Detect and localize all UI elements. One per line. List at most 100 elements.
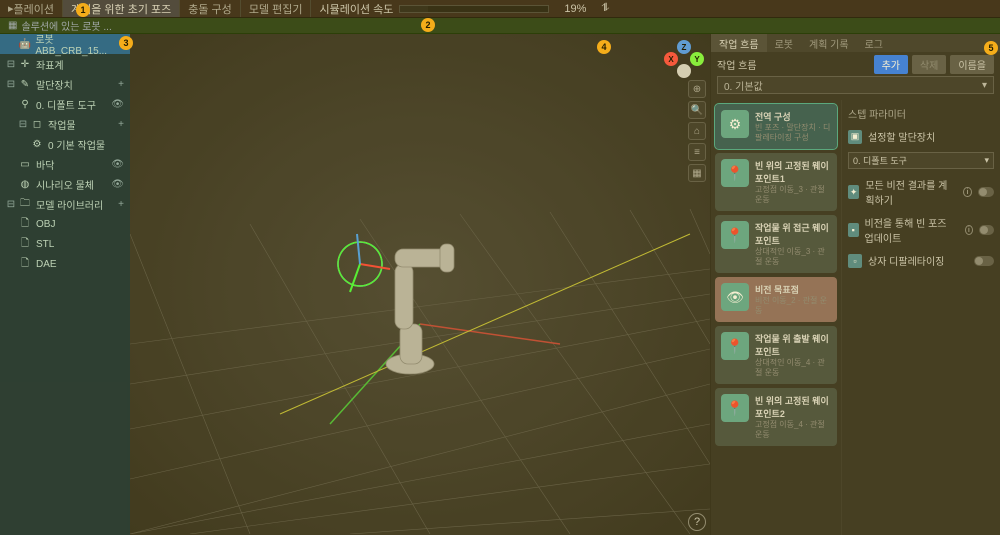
tree-default-tool[interactable]: ⚲0. 디폴트 도구👁 [0,94,130,114]
param-endeffector: ▣ 설정할 말단장치 [848,129,994,144]
param-bin-update: ▪ 비전을 통해 빈 포즈 업데이트 i [848,215,994,245]
tree-stl-label: STL [36,239,54,250]
floor-icon: ▭ [18,159,32,170]
tree-obj-label: OBJ [36,219,55,230]
delete-button[interactable]: 삭제 [912,55,946,74]
scene-tree-panel: 🤖로봇 ABB_CRB_15... ⊟✛좌표계 ⊟✎말단장치+ ⚲0. 디폴트 … [0,34,130,535]
rename-button[interactable]: 이름을 [950,55,994,74]
info-icon[interactable]: i [965,225,973,235]
tab-plan-history[interactable]: 계획 기록 [801,34,857,52]
tree-robot[interactable]: 🤖로봇 ABB_CRB_15... [0,34,130,54]
tree-model-lib[interactable]: ⊟🗀모델 라이브러리+ [0,194,130,214]
step-card[interactable]: 📍 작업물 위 접근 웨이포인트 상대적인 이동_3 · 관절 운동 [715,215,837,273]
tree-floor-label: 바닥 [36,157,54,172]
step-icon: 📍 [721,221,749,249]
tree-obj[interactable]: 🗋OBJ [0,214,130,234]
param-endeff-dropdown[interactable]: 0. 디폴트 도구 ▾ [848,152,994,169]
step-card[interactable]: 👁 비전 목표점 비전 이동_2 · 관절 운동 [715,277,837,322]
viewport-toolbar: ⊕ 🔍 ⌂ ≡ ▦ [688,80,706,182]
tree-base-workpiece[interactable]: ⚙ 0 기본 작업물 [0,134,130,154]
eye-icon[interactable]: 👁 [111,159,124,170]
help-button[interactable]: ? [688,513,706,531]
play-text: 플레이션 [14,1,54,17]
tree-dae-label: DAE [36,259,57,270]
step-card[interactable]: 📍 작업물 위 출발 웨이포인트 상대적인 이동_4 · 관절 운동 [715,326,837,384]
add-icon[interactable]: + [118,199,124,210]
vp-settings-icon[interactable]: ▦ [688,164,706,182]
tree-coord[interactable]: ⊟✛좌표계 [0,54,130,74]
top-tab-collision[interactable]: 충돌 구성 [180,0,241,17]
sim-slider[interactable] [399,5,549,13]
solution-bar[interactable]: ▦ 솔루션에 있는 로봇 ... [0,18,1000,34]
scene-icon: ◍ [18,179,32,190]
cube-icon: ◻ [30,119,44,130]
link-icon: ⚲ [18,99,32,110]
sim-label: 시뮬레이션 속도 [319,1,393,17]
param-residual: ▫ 상자 디팔레타이징 [848,253,994,268]
step-card[interactable]: 📍 빈 위의 고정된 웨이포인트2 고정점 이동_4 · 관절 운동 [715,388,837,446]
vp-camera-icon[interactable]: ⌂ [688,122,706,140]
step-card[interactable]: ⚙ 전역 구성 빈 포즈 · 말단장치 · 디팔레타이징 구성 [715,104,837,149]
tree-dae[interactable]: 🗋DAE [0,254,130,274]
marker-5: 5 [984,41,998,55]
vp-target-icon[interactable]: ⊕ [688,80,706,98]
marker-2: 2 [421,18,435,32]
tool-icon: ✎ [18,79,32,90]
toggle-bin[interactable] [979,225,994,235]
add-button[interactable]: 추가 [874,55,908,74]
step-title: 전역 구성 [755,110,831,123]
axis-center-icon[interactable] [677,64,691,78]
eye-icon[interactable]: 👁 [111,99,124,110]
sim-stepper[interactable]: ⥮ [601,2,613,15]
person-icon: ▣ [848,130,862,144]
step-icon: ⚙ [721,110,749,138]
tab-workflow[interactable]: 작업 흐름 [711,34,767,52]
tree-endeffector[interactable]: ⊟✎ 말단장치 + [0,74,130,94]
axis-widget[interactable]: Z Y X [664,40,704,80]
folder-icon: ▦ [8,20,17,31]
right-tabs: 작업 흐름 로봇 계획 기록 로그 [711,34,1000,52]
workflow-header: 작업 흐름 추가 삭제 이름을 [711,52,1000,76]
toggle-residual[interactable] [974,256,994,266]
tab-robot[interactable]: 로봇 [767,34,801,52]
tree-scenario[interactable]: ◍시나리오 물체👁 [0,174,130,194]
axis-z-icon[interactable]: Z [677,40,691,54]
collapse-icon: ⊟ [6,79,16,90]
tree-stl[interactable]: 🗋STL [0,234,130,254]
tree-endeff-label: 말단장치 [36,77,73,92]
tree-coord-label: 좌표계 [36,57,64,72]
info-icon[interactable]: i [963,187,972,197]
collapse-icon: ⊟ [18,119,28,130]
tree-basewp-label: 0 기본 작업물 [48,137,105,152]
step-title: 작업물 위 접근 웨이포인트 [755,221,831,247]
top-tab-model-editor[interactable]: 모델 편집기 [241,0,312,17]
vp-layers-icon[interactable]: ≡ [688,143,706,161]
add-icon[interactable]: + [118,79,124,90]
tree-floor[interactable]: ▭ 바닥 👁 [0,154,130,174]
collapse-icon: ⊟ [6,59,16,70]
step-title: 작업물 위 출발 웨이포인트 [755,332,831,358]
axis-y-icon[interactable]: Y [690,52,704,66]
toggle-vision[interactable] [978,187,994,197]
add-icon[interactable]: + [118,119,124,130]
step-subtitle: 고정점 이동_3 · 관절 운동 [755,185,831,205]
step-icon: 📍 [721,159,749,187]
tab-log[interactable]: 로그 [857,34,891,52]
gear-icon: ⚙ [30,139,44,150]
workflow-title: 작업 흐름 [717,57,870,72]
workflow-dropdown[interactable]: 0. 기본값 ▾ [717,76,994,94]
viewport-3d[interactable]: Z Y X ⊕ 🔍 ⌂ ≡ ▦ ? [130,34,710,535]
tree-workpieces[interactable]: ⊟◻작업물+ [0,114,130,134]
play-label[interactable]: ▸플레이션 [0,0,63,17]
marker-1: 1 [76,3,90,17]
vp-zoom-icon[interactable]: 🔍 [688,101,706,119]
step-subtitle: 비전 이동_2 · 관절 운동 [755,296,831,316]
eye-icon[interactable]: 👁 [111,179,124,190]
step-icon: 📍 [721,394,749,422]
axis-x-icon[interactable]: X [664,52,678,66]
step-title: 빈 위의 고정된 웨이포인트1 [755,159,831,185]
collapse-icon: ⊟ [6,199,16,210]
box-icon: ▫ [848,254,862,268]
step-subtitle: 상대적인 이동_3 · 관절 운동 [755,247,831,267]
step-card[interactable]: 📍 빈 위의 고정된 웨이포인트1 고정점 이동_3 · 관절 운동 [715,153,837,211]
